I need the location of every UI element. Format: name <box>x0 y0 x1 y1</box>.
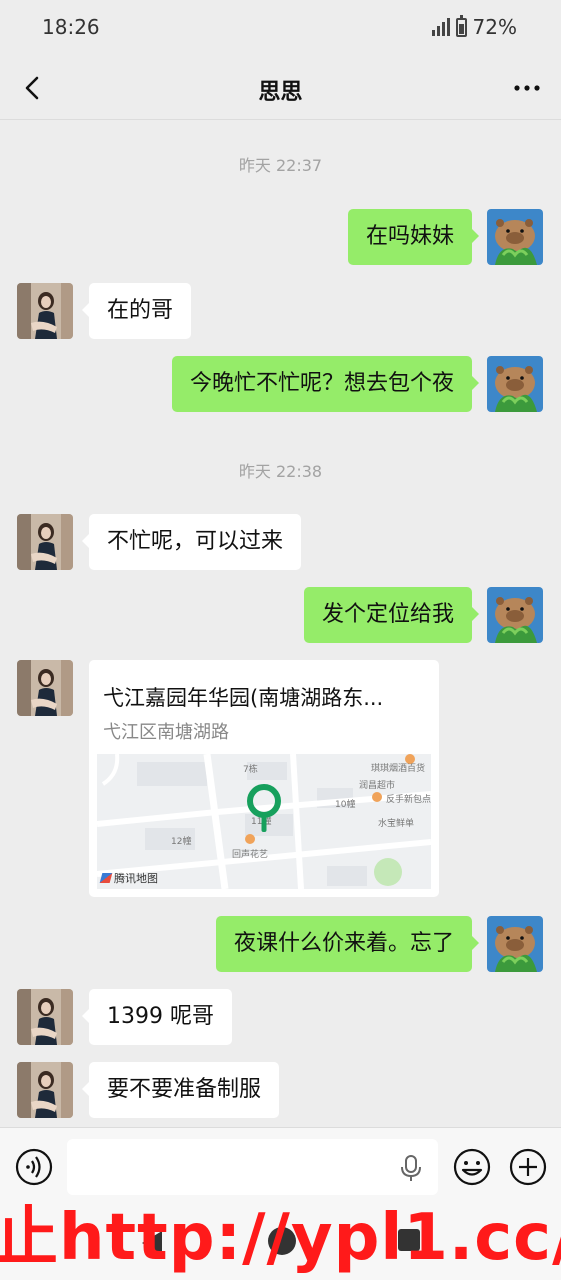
map-label: 回声花艺 <box>232 850 269 860</box>
watermark-text: 止http://ypl1.cc/ <box>0 1201 561 1275</box>
signal-icon <box>431 18 450 36</box>
map-label: 润昌超市 <box>359 781 396 791</box>
location-name: 弋江嘉园年华园(南塘湖路东... <box>103 686 384 710</box>
map-poi-icon <box>405 754 415 764</box>
map-label: 12幢 <box>171 837 192 847</box>
battery-icon <box>455 14 467 37</box>
battery-percent: 72% <box>472 15 517 39</box>
message-bubble-outgoing[interactable]: 今晚忙不忙呢？想去包个夜 <box>171 356 480 412</box>
chat-title: 思思 <box>258 80 303 105</box>
location-map[interactable]: 7栋 琪琪烟酒百货 润昌超市 反手新包点 10幢 水宝鲜单 11幢 12幢 回声… <box>97 754 431 889</box>
avatar-self[interactable] <box>487 356 543 412</box>
map-label: 琪琪烟酒百货 <box>371 764 426 774</box>
map-label: 7栋 <box>243 765 258 775</box>
status-bar: 18:26 72% <box>0 0 561 56</box>
status-time: 18:26 <box>42 15 100 39</box>
map-label: 反手新包点 <box>386 795 431 805</box>
timestamp: 昨天 22:38 <box>238 462 323 481</box>
emoji-icon[interactable] <box>452 1147 492 1187</box>
avatar-contact[interactable] <box>17 1062 73 1118</box>
avatar-contact[interactable] <box>17 283 73 339</box>
plus-icon[interactable] <box>508 1147 548 1187</box>
message-bubble-outgoing[interactable]: 夜课什么价来着。忘了 <box>215 916 480 972</box>
voice-icon[interactable] <box>14 1147 54 1187</box>
map-poi-icon <box>372 792 382 802</box>
avatar-self[interactable] <box>487 587 543 643</box>
location-address: 弋江区南塘湖路 <box>103 722 229 743</box>
mic-icon[interactable] <box>399 1154 423 1182</box>
chat-header: 思思 <box>0 56 561 120</box>
timestamp: 昨天 22:37 <box>238 156 323 175</box>
avatar-contact[interactable] <box>17 660 73 716</box>
message-bubble-incoming[interactable]: 1399 呢哥 <box>82 989 232 1045</box>
avatar-contact[interactable] <box>17 989 73 1045</box>
location-card[interactable]: 弋江嘉园年华园(南塘湖路东... 弋江区南塘湖路 7栋 琪琪烟酒百货 润昌超市 <box>89 660 439 897</box>
more-dots-icon[interactable] <box>511 78 543 98</box>
map-provider: 腾讯地图 <box>99 870 158 886</box>
message-bubble-incoming[interactable]: 不忙呢，可以过来 <box>81 514 302 570</box>
map-pin-icon <box>247 784 281 832</box>
tencent-map-logo-icon <box>99 873 113 883</box>
map-label: 水宝鲜单 <box>378 819 415 829</box>
map-label: 10幢 <box>335 800 356 810</box>
avatar-self[interactable] <box>487 209 543 265</box>
status-indicators: 72% <box>431 14 517 39</box>
message-bubble-outgoing[interactable]: 在吗妹妹 <box>347 209 480 265</box>
message-bubble-outgoing[interactable]: 发个定位给我 <box>303 587 480 643</box>
map-poi-icon <box>245 834 255 844</box>
avatar-self[interactable] <box>487 916 543 972</box>
message-bubble-incoming[interactable]: 在的哥 <box>81 283 192 339</box>
avatar-contact[interactable] <box>17 514 73 570</box>
message-bubble-incoming[interactable]: 要不要准备制服 <box>81 1062 280 1118</box>
